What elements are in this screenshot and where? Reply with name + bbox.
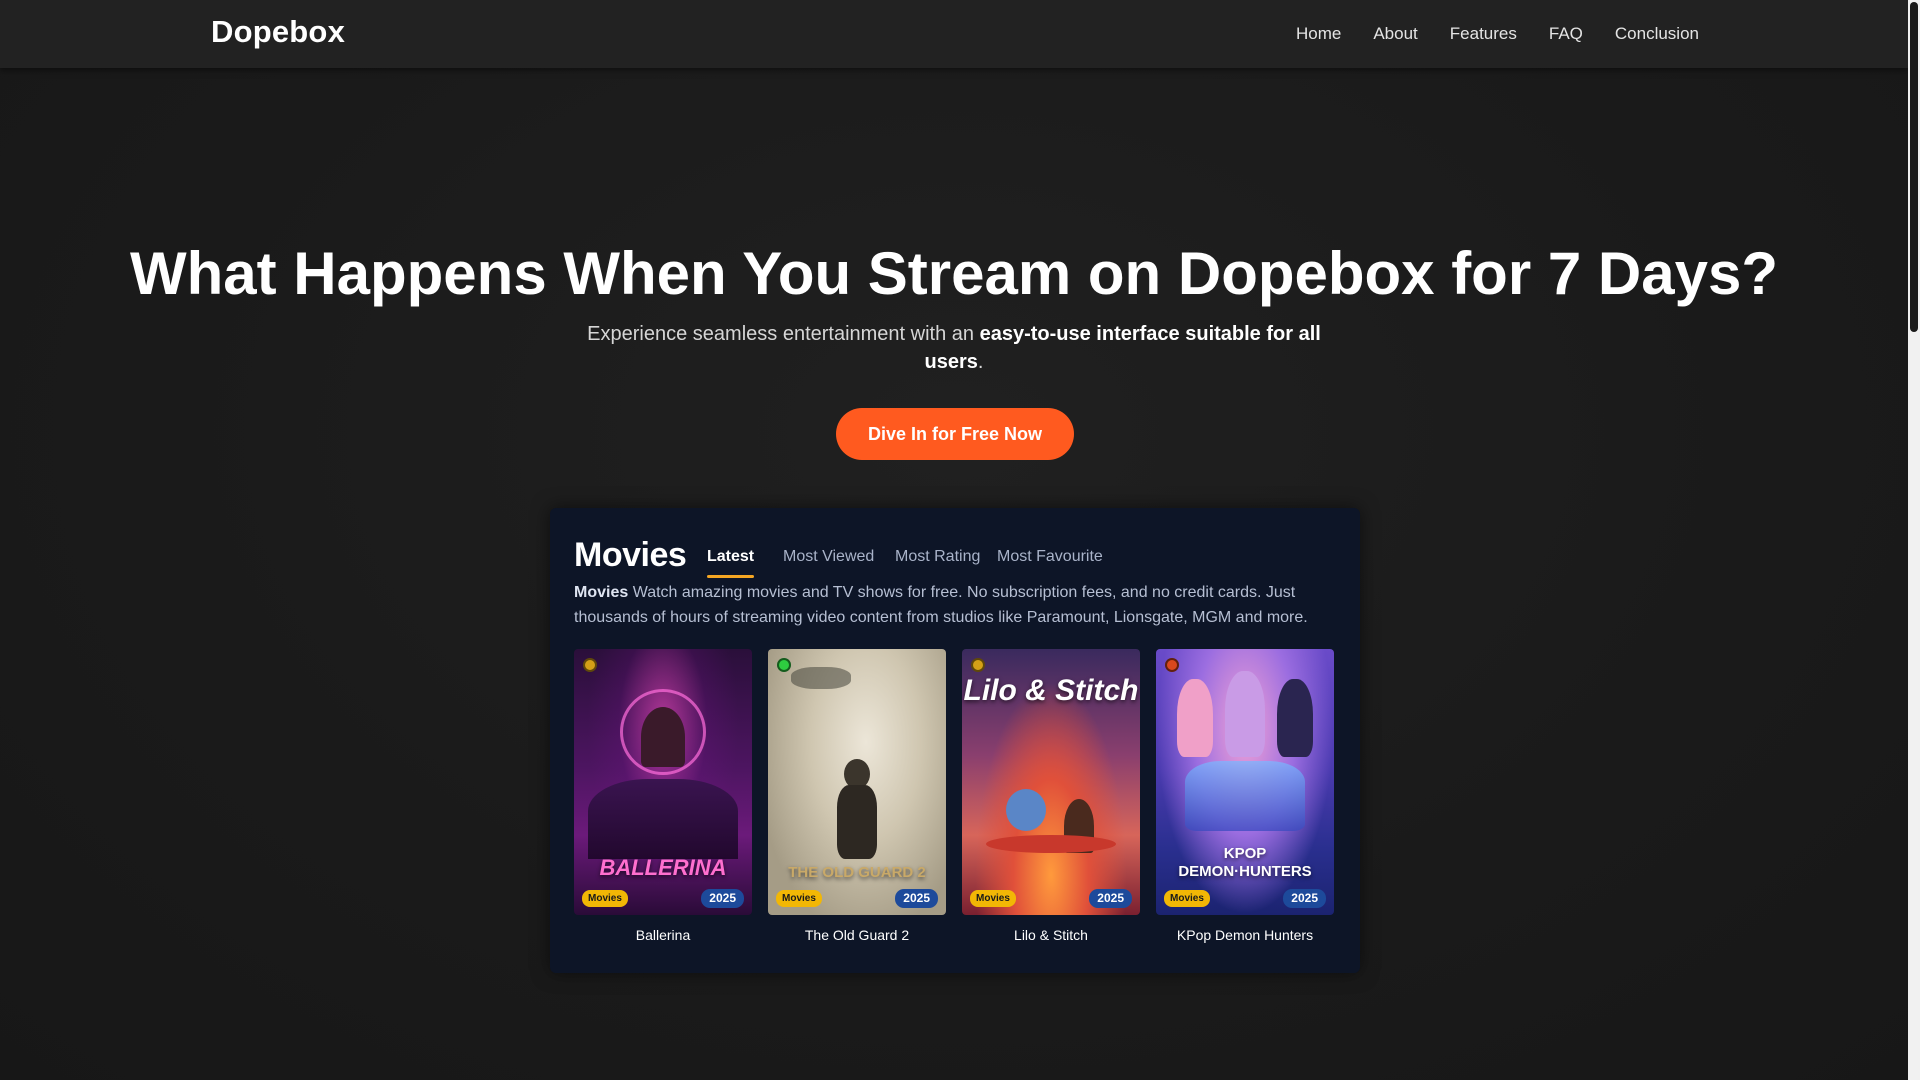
movie-title[interactable]: Lilo & Stitch [962,927,1140,943]
brand-logo[interactable]: Dopebox [211,14,345,50]
status-dot [1165,658,1179,672]
tab-most-viewed[interactable]: Most Viewed [783,548,874,566]
status-dot [777,658,791,672]
dive-in-button[interactable]: Dive In for Free Now [836,408,1074,460]
hero-subtitle-text: Experience seamless entertainment with a… [587,323,980,345]
category-badge: Movies [776,890,822,907]
poster-stitch [1006,789,1047,831]
movie-title[interactable]: The Old Guard 2 [768,927,946,943]
movies-panel-description: Movies Watch amazing movies and TV shows… [574,580,1344,630]
tab-latest[interactable]: Latest [707,548,755,578]
hero-subtitle-end: . [977,351,984,373]
poster-character-center [1225,671,1265,757]
poster-character-left [1177,679,1214,757]
nav-link-about[interactable]: About [1373,22,1417,46]
movie-poster[interactable]: BALLERINA Movies 2025 [574,649,752,915]
movie-poster[interactable]: Lilo & Stitch Movies 2025 [962,649,1140,915]
movie-card[interactable]: THE OLD GUARD 2 Movies 2025 The Old Guar… [768,649,946,943]
poster-hammock [986,835,1116,853]
page-scrollbar[interactable] [1908,0,1920,1080]
status-dot [971,658,985,672]
movies-panel: Movies Latest Most Viewed Most Rating Mo… [550,508,1360,973]
category-badge: Movies [970,890,1016,907]
nav-link-features[interactable]: Features [1450,22,1517,46]
movie-title[interactable]: KPop Demon Hunters [1156,927,1334,943]
year-badge: 2025 [895,889,938,908]
navbar: Dopebox Home About Features FAQ Conclusi… [0,0,1908,68]
movie-title[interactable]: Ballerina [574,927,752,943]
movie-card[interactable]: Lilo & Stitch Movies 2025 Lilo & Stitch [962,649,1140,943]
tab-latest-label: Latest [707,548,755,565]
nav-link-conclusion[interactable]: Conclusion [1615,22,1699,46]
year-badge: 2025 [1283,889,1326,908]
movie-card[interactable]: BALLERINA Movies 2025 Ballerina [574,649,752,943]
movies-panel-title: Movies [574,536,687,574]
movie-card[interactable]: KPOP DEMON·HUNTERS Movies 2025 KPop Demo… [1156,649,1334,943]
scrollbar-thumb[interactable] [1910,2,1918,332]
nav-links: Home About Features FAQ Conclusion [1264,22,1699,46]
poster-title-art: KPOP DEMON·HUNTERS [1178,845,1312,880]
page: Dopebox Home About Features FAQ Conclusi… [0,0,1920,1080]
movie-cards: BALLERINA Movies 2025 Ballerina THE OLD … [574,649,1344,959]
poster-helicopter [791,667,852,689]
nav-link-faq[interactable]: FAQ [1549,22,1583,46]
hero-subtitle-emphasis: easy-to-use interface suitable for all u… [924,323,1321,373]
year-badge: 2025 [701,889,744,908]
movies-panel-header: Movies Latest Most Viewed Most Rating Mo… [574,532,1354,584]
poster-figure-body [837,785,877,859]
poster-title-art: THE OLD GUARD 2 [788,864,926,881]
poster-figure [641,707,685,767]
nav-link-home[interactable]: Home [1296,22,1341,46]
hero-subtitle: Experience seamless entertainment with a… [570,320,1338,376]
poster-title-art: Lilo & Stitch [963,674,1139,707]
poster-character-right [1276,679,1313,757]
status-dot [583,658,597,672]
category-badge: Movies [582,890,628,907]
movie-poster[interactable]: THE OLD GUARD 2 Movies 2025 [768,649,946,915]
tab-most-favourite[interactable]: Most Favourite [997,548,1103,566]
poster-action-scene [1185,761,1305,831]
category-badge: Movies [1164,890,1210,907]
tab-active-underline [707,575,755,578]
poster-title-art: BALLERINA [599,855,727,880]
description-lead: Movies [574,584,629,601]
poster-crowd [588,779,738,859]
hero-title: What Happens When You Stream on Dopebox … [130,240,1778,307]
year-badge: 2025 [1089,889,1132,908]
movie-poster[interactable]: KPOP DEMON·HUNTERS Movies 2025 [1156,649,1334,915]
description-text: Watch amazing movies and TV shows for fr… [574,584,1308,626]
tab-most-rating[interactable]: Most Rating [895,548,980,566]
